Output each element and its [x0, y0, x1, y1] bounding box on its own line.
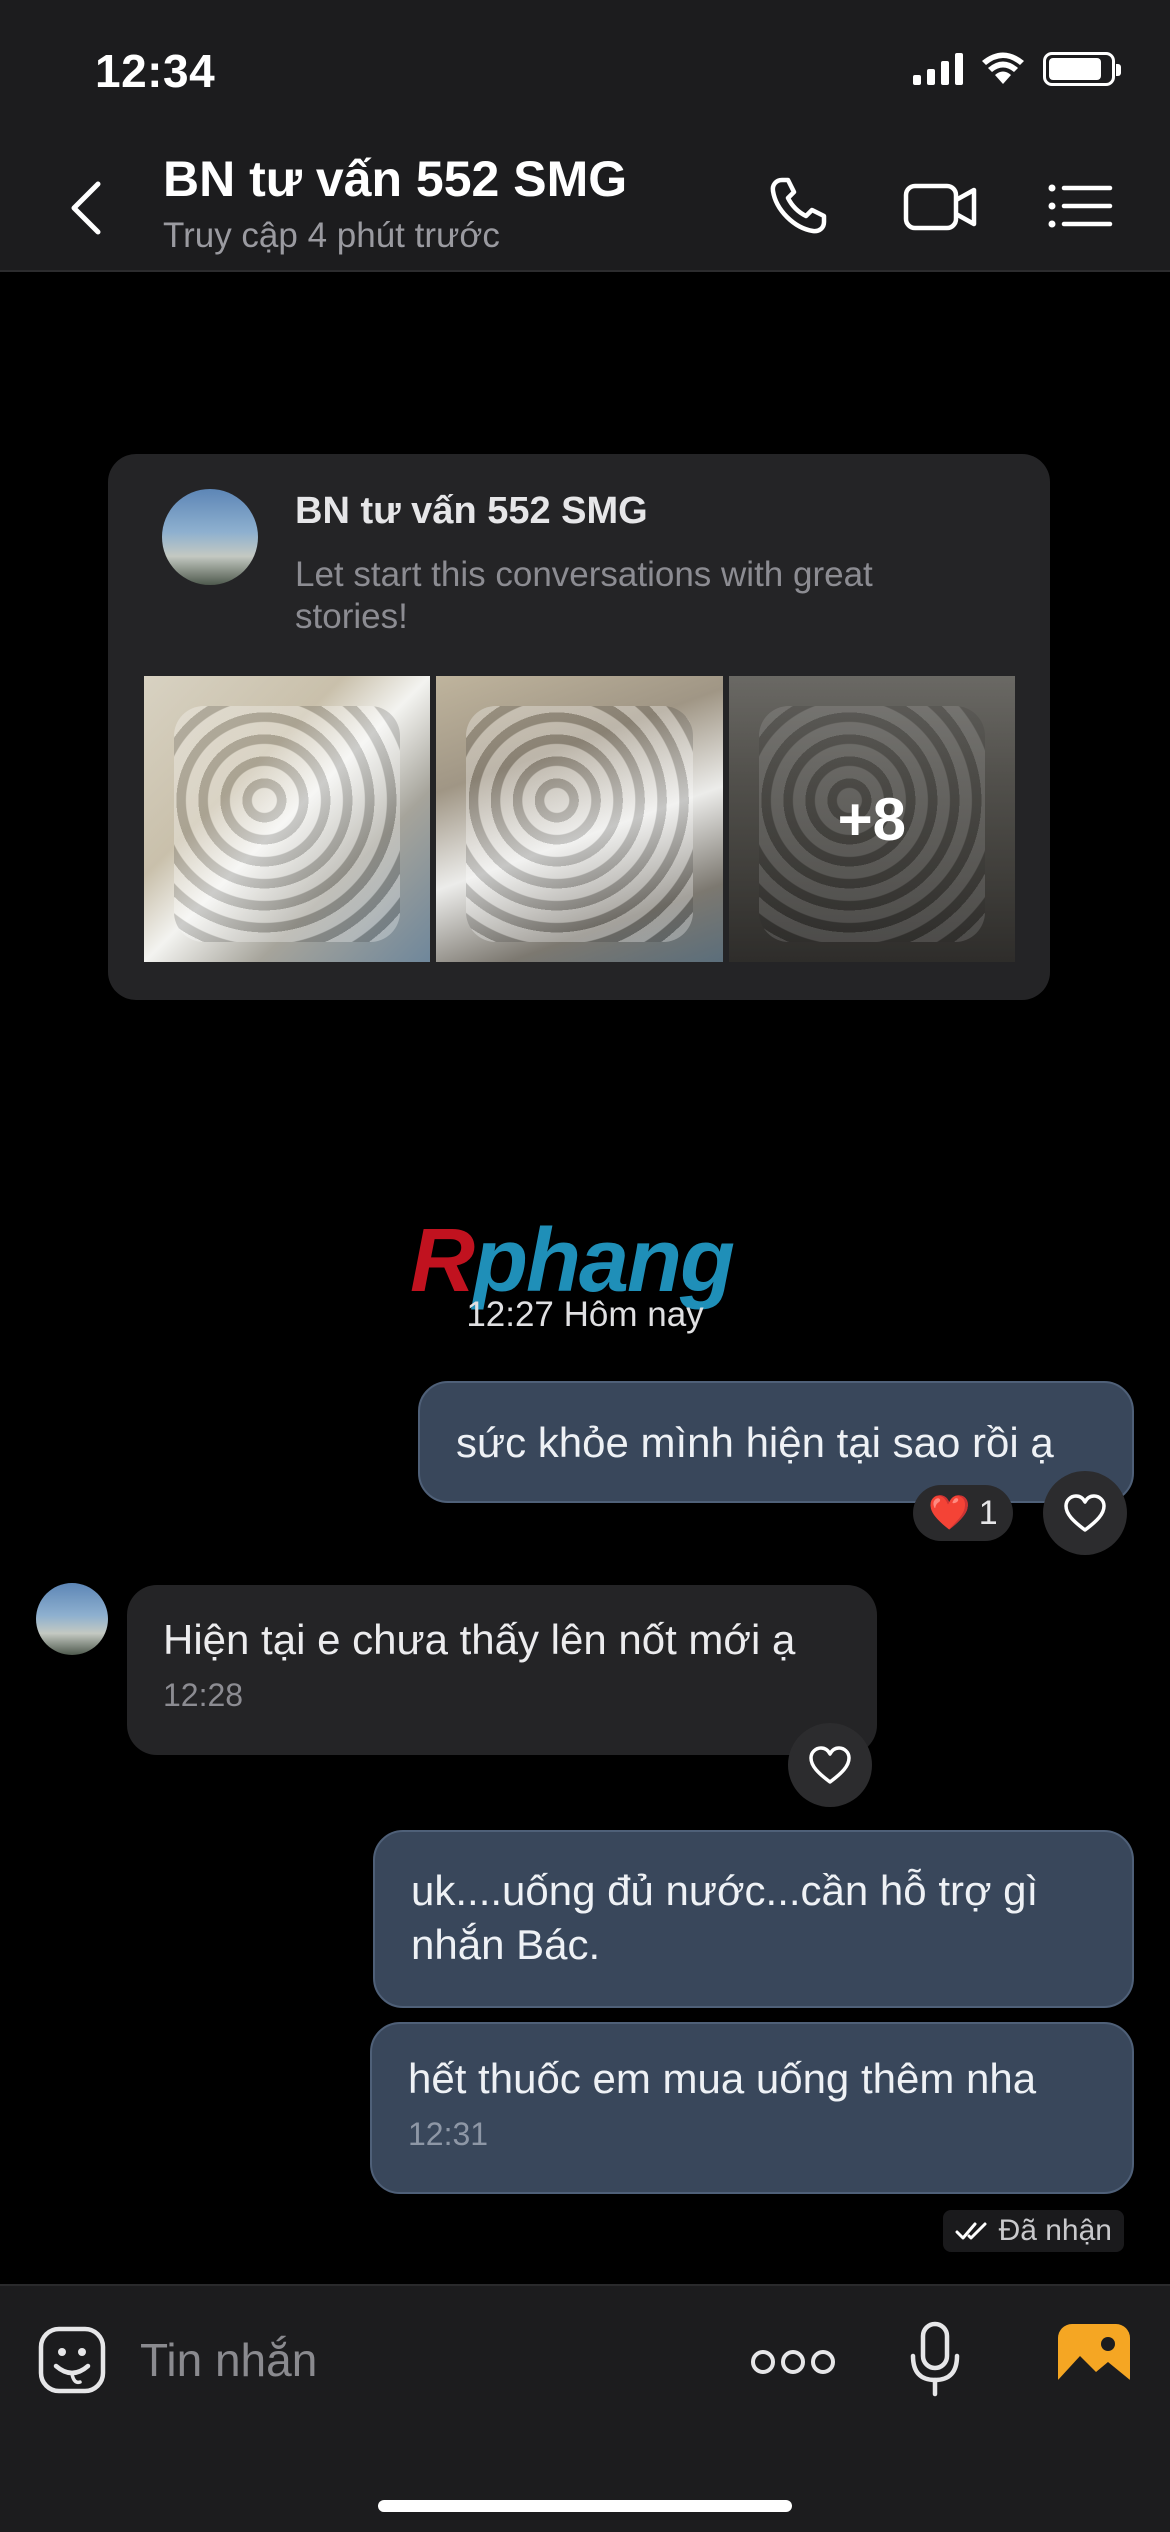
status-icons: [913, 52, 1121, 86]
photo-thumbnail[interactable]: +8: [728, 676, 1015, 962]
photo-gallery-icon[interactable]: [1056, 2322, 1132, 2394]
incoming-message[interactable]: Hiện tại e chưa thấy lên nốt mới ạ 12:28: [127, 1585, 877, 1755]
back-chevron-icon[interactable]: [62, 178, 112, 238]
outgoing-message[interactable]: sức khỏe mình hiện tại sao rồi ạ: [418, 1381, 1134, 1503]
day-separator: 12:27 Hôm nay: [466, 1295, 704, 1334]
phone-call-icon[interactable]: [762, 170, 842, 242]
heart-outline-icon: [1064, 1494, 1106, 1532]
reaction-count: 1: [978, 1493, 998, 1532]
message-text: sức khỏe mình hiện tại sao rồi ạ: [456, 1419, 1054, 1466]
avatar[interactable]: [162, 489, 258, 585]
more-options-icon[interactable]: [748, 2342, 838, 2382]
message-text: uk....uống đủ nước...cần hỗ trợ gì nhắn …: [411, 1867, 1039, 1968]
wifi-icon: [982, 52, 1024, 84]
message-text: hết thuốc em mua uống thêm nha: [408, 2055, 1037, 2102]
heart-outline-icon: [809, 1746, 851, 1784]
message-text: Hiện tại e chưa thấy lên nốt mới ạ: [163, 1616, 796, 1663]
message-input[interactable]: [140, 2316, 700, 2404]
react-button[interactable]: [788, 1723, 872, 1807]
home-indicator: [378, 2500, 792, 2512]
more-photos-count: +8: [728, 676, 1015, 962]
profile-intro-card[interactable]: BN tư vấn 552 SMG Let start this convers…: [108, 454, 1050, 1000]
battery-icon: [1043, 52, 1121, 86]
menu-list-icon[interactable]: [1040, 170, 1120, 242]
outgoing-message[interactable]: hết thuốc em mua uống thêm nha 12:31: [370, 2022, 1134, 2194]
chat-header: BN tư vấn 552 SMG Truy cập 4 phút trước: [0, 140, 1170, 272]
card-intro-text: Let start this conversations with great …: [295, 555, 873, 636]
card-profile-name: BN tư vấn 552 SMG: [295, 490, 648, 532]
delivery-status-text: Đã nhận: [998, 2214, 1112, 2247]
video-call-icon[interactable]: [900, 170, 980, 242]
photo-thumbnails: +8: [144, 676, 1015, 962]
conversation-title[interactable]: BN tư vấn 552 SMG: [163, 150, 627, 208]
double-check-icon: [955, 2222, 987, 2240]
photo-thumbnail[interactable]: [144, 676, 431, 962]
message-time: 12:31: [408, 2116, 489, 2152]
message-time: 12:28: [163, 1677, 244, 1713]
microphone-icon[interactable]: [905, 2320, 965, 2400]
react-button[interactable]: [1043, 1471, 1127, 1555]
status-bar: 12:34: [0, 0, 1170, 140]
photo-thumbnail[interactable]: [436, 676, 723, 962]
last-seen-status: Truy cập 4 phút trước: [163, 216, 500, 255]
outgoing-message[interactable]: uk....uống đủ nước...cần hỗ trợ gì nhắn …: [373, 1830, 1134, 2008]
cellular-signal-icon: [913, 53, 963, 85]
delivery-status: Đã nhận: [942, 2210, 1124, 2252]
heart-reaction-icon: ❤️: [928, 1494, 971, 1532]
status-time: 12:34: [95, 45, 216, 97]
message-composer: [0, 2284, 1170, 2532]
sticker-emoji-icon[interactable]: [36, 2324, 108, 2396]
avatar[interactable]: [36, 1583, 108, 1655]
reaction-badge[interactable]: ❤️ 1: [913, 1485, 1013, 1541]
